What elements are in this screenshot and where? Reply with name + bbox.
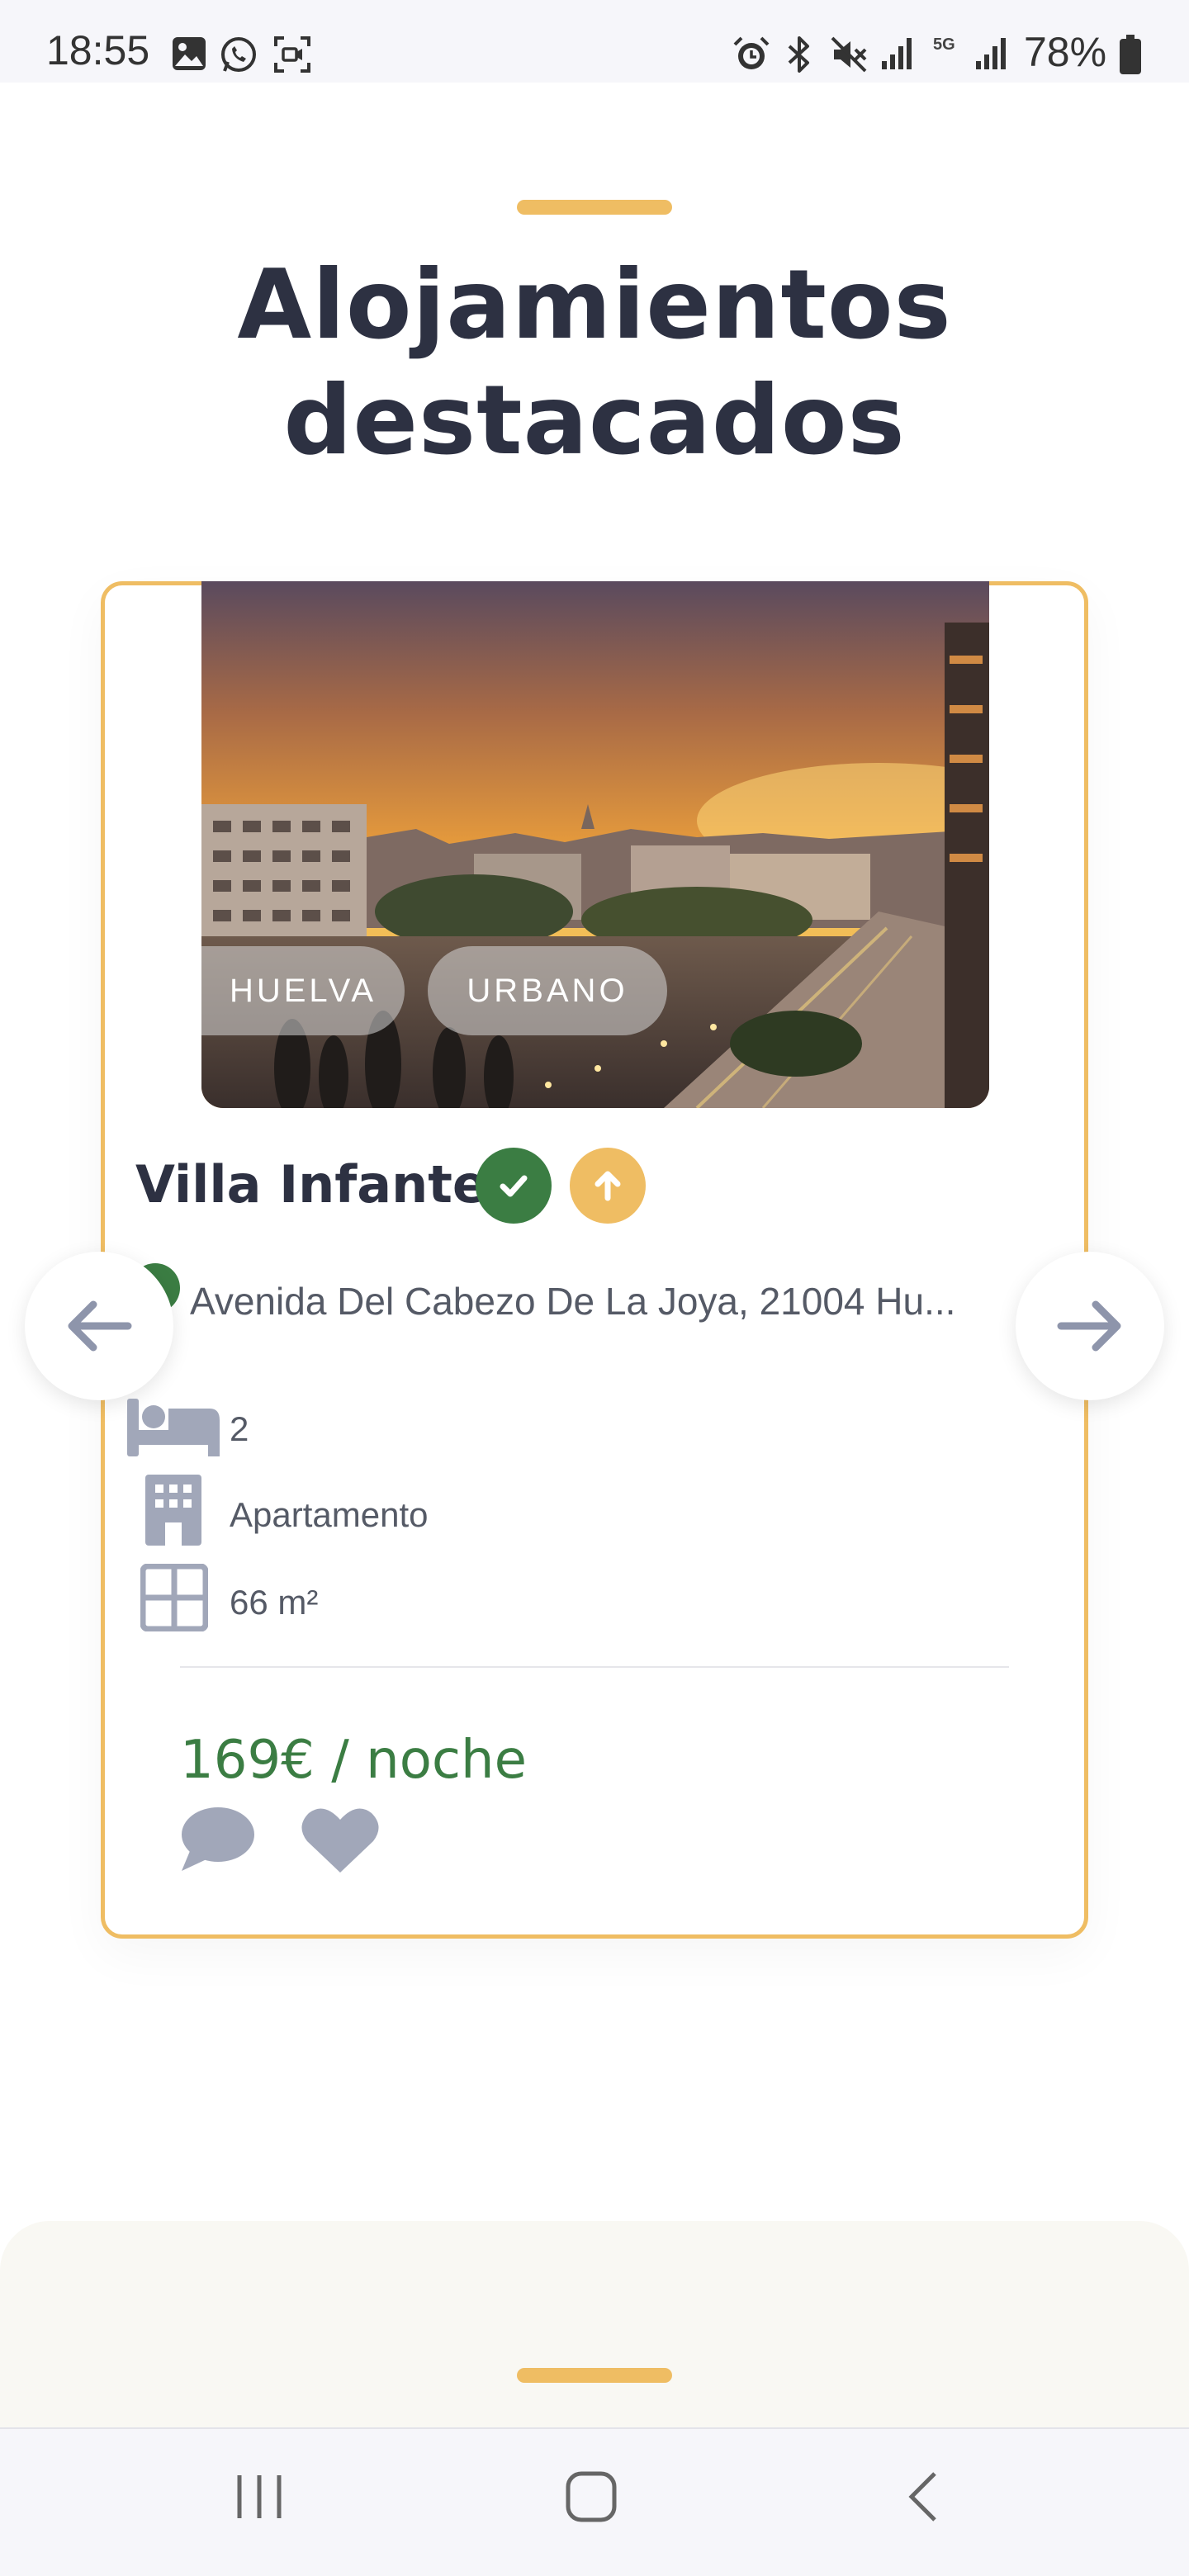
section-title-line2: destacados xyxy=(283,365,906,476)
back-icon[interactable] xyxy=(903,2470,945,2523)
section-title-line1: Alojamientos xyxy=(237,249,952,361)
battery-icon xyxy=(1120,35,1141,74)
bluetooth-icon xyxy=(788,36,809,73)
signal-icon-secondary xyxy=(976,38,1006,69)
system-navigation-bar xyxy=(0,2427,1189,2576)
arrow-left-icon xyxy=(68,1300,132,1352)
grid-icon xyxy=(140,1564,208,1631)
gallery-icon xyxy=(173,37,206,70)
feature-property-type: Apartamento xyxy=(230,1495,429,1534)
bed-icon xyxy=(127,1399,220,1456)
listing-title[interactable]: Villa Infante xyxy=(135,1154,487,1215)
next-section xyxy=(0,2221,1189,2427)
listing-price: 169€ / noche xyxy=(180,1730,527,1791)
card-divider xyxy=(180,1666,1009,1668)
listing-address: Avenida Del Cabezo De La Joya, 21004 Hu.… xyxy=(190,1280,956,1323)
feature-area: 66 m² xyxy=(230,1583,319,1622)
whatsapp-icon xyxy=(221,37,256,72)
arrow-right-icon xyxy=(1057,1300,1121,1352)
screen-recorder-icon xyxy=(274,36,310,73)
alarm-icon xyxy=(733,36,770,69)
network-type: 5G xyxy=(933,36,955,54)
arrow-up-circle-icon xyxy=(570,1148,646,1224)
tag-category[interactable]: URBANO xyxy=(428,946,667,1035)
home-icon[interactable] xyxy=(565,2470,618,2523)
heart-icon[interactable] xyxy=(301,1805,380,1874)
building-icon xyxy=(145,1475,201,1546)
status-bar: 18:55 5G 78% xyxy=(0,0,1189,83)
recent-apps-icon[interactable] xyxy=(233,2470,286,2523)
status-time: 18:55 xyxy=(46,27,150,73)
signal-icon xyxy=(882,38,912,69)
section-title: Alojamientos destacados xyxy=(0,248,1189,479)
comment-icon[interactable] xyxy=(178,1805,256,1874)
check-circle-icon xyxy=(476,1148,552,1224)
mute-icon xyxy=(831,36,867,73)
feature-bedrooms: 2 xyxy=(230,1409,249,1448)
tag-location[interactable]: HUELVA xyxy=(201,946,405,1035)
carousel-prev-button[interactable] xyxy=(25,1252,173,1400)
section-accent-bar xyxy=(517,200,672,215)
next-section-accent-bar xyxy=(517,2368,672,2383)
carousel-next-button[interactable] xyxy=(1016,1252,1164,1400)
battery-percentage: 78% xyxy=(1024,29,1107,75)
